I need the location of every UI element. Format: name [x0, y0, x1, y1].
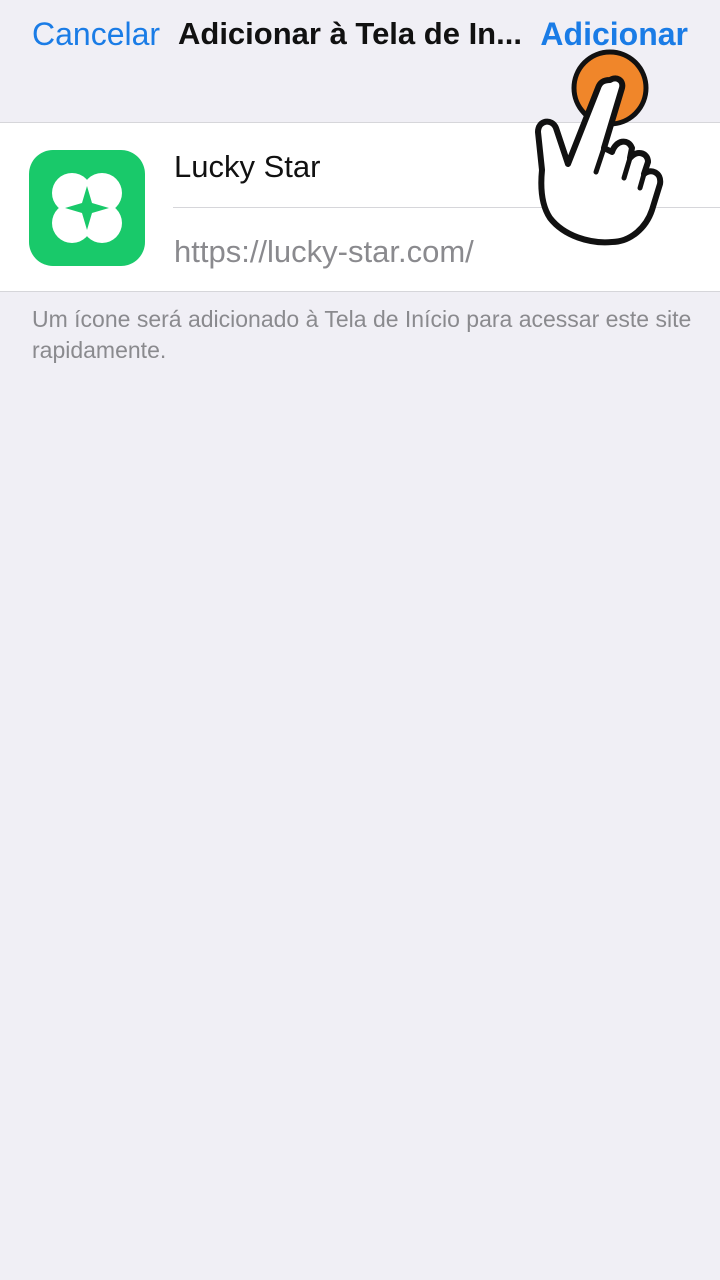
add-to-home-screen: Cancelar Adicionar à Tela de In... Adici…: [0, 0, 720, 1280]
footnote-text: Um ícone será adicionado à Tela de Iníci…: [32, 306, 692, 363]
tap-hand-icon: [535, 49, 664, 246]
clover-star-icon: [29, 150, 145, 266]
cancel-button[interactable]: Cancelar: [32, 14, 160, 54]
page-title: Adicionar à Tela de In...: [178, 16, 522, 51]
url-label: https://lucky-star.com/: [174, 234, 474, 269]
